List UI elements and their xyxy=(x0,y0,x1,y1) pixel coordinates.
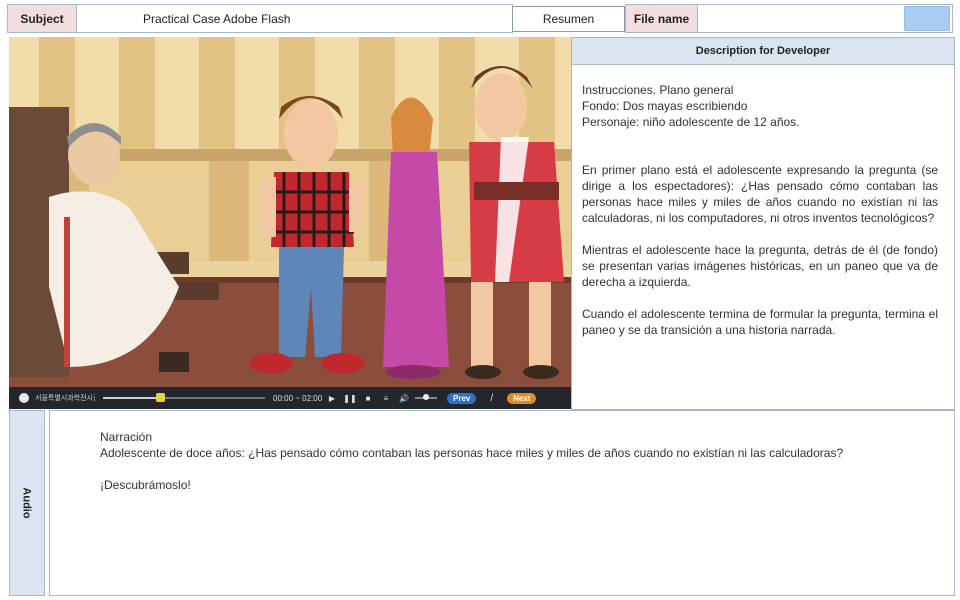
seek-handle[interactable] xyxy=(155,393,165,402)
description-line: Personaje: niño adolescente de 12 años. xyxy=(582,115,800,129)
narration-line: Adolescente de doce años: ¿Has pensado c… xyxy=(100,446,844,460)
blue-indicator xyxy=(904,6,950,31)
seek-bar-fill xyxy=(103,397,160,399)
subject-value: Practical Case Adobe Flash xyxy=(76,4,513,33)
audio-label: Audio xyxy=(9,410,45,596)
player-brand-text: 서울특별시과학전시관 xyxy=(35,395,95,402)
audio-body: Narración Adolescente de doce años: ¿Has… xyxy=(49,410,955,596)
player-logo-icon xyxy=(19,393,29,403)
video-frame-scene xyxy=(9,37,571,387)
volume-icon[interactable]: 🔊 xyxy=(395,394,413,403)
video-player[interactable]: 서울특별시과학전시관 00:00 ~ 02:00 ▶ ❚❚ ■ ≡ 🔊 Prev… xyxy=(9,37,571,409)
description-line: Instrucciones. Plano general xyxy=(582,83,734,97)
time-readout: 00:00 ~ 02:00 xyxy=(273,393,323,403)
prev-button[interactable]: Prev xyxy=(447,392,477,404)
narration-closing: ¡Descubrámoslo! xyxy=(100,478,191,492)
description-line: Fondo: Dos mayas escribiendo xyxy=(582,99,748,113)
play-icon[interactable]: ▶ xyxy=(323,394,341,403)
audio-label-text: Audio xyxy=(20,487,33,519)
nav-separator: / xyxy=(490,392,494,404)
description-title: Description for Developer xyxy=(571,37,955,65)
description-paragraph: Mientras el adolescente hace la pregunta… xyxy=(582,243,938,289)
menu-icon[interactable]: ≡ xyxy=(377,394,395,403)
stop-icon[interactable]: ■ xyxy=(359,394,377,403)
subject-label: Subject xyxy=(7,4,77,33)
description-body: Instrucciones. Plano general Fondo: Dos … xyxy=(571,65,955,410)
volume-slider[interactable] xyxy=(415,394,437,400)
resumen-button[interactable]: Resumen xyxy=(512,6,625,32)
file-name-label: File name xyxy=(625,4,698,33)
description-paragraph: En primer plano está el adolescente expr… xyxy=(582,163,938,225)
narration-heading: Narración xyxy=(100,430,153,444)
pause-icon[interactable]: ❚❚ xyxy=(341,394,359,403)
description-paragraph: Cuando el adolescente termina de formula… xyxy=(582,307,938,337)
video-control-bar: 서울특별시과학전시관 00:00 ~ 02:00 ▶ ❚❚ ■ ≡ 🔊 Prev… xyxy=(9,387,571,409)
seek-bar[interactable] xyxy=(103,393,265,402)
next-button[interactable]: Next xyxy=(507,392,537,404)
volume-handle[interactable] xyxy=(423,394,429,400)
